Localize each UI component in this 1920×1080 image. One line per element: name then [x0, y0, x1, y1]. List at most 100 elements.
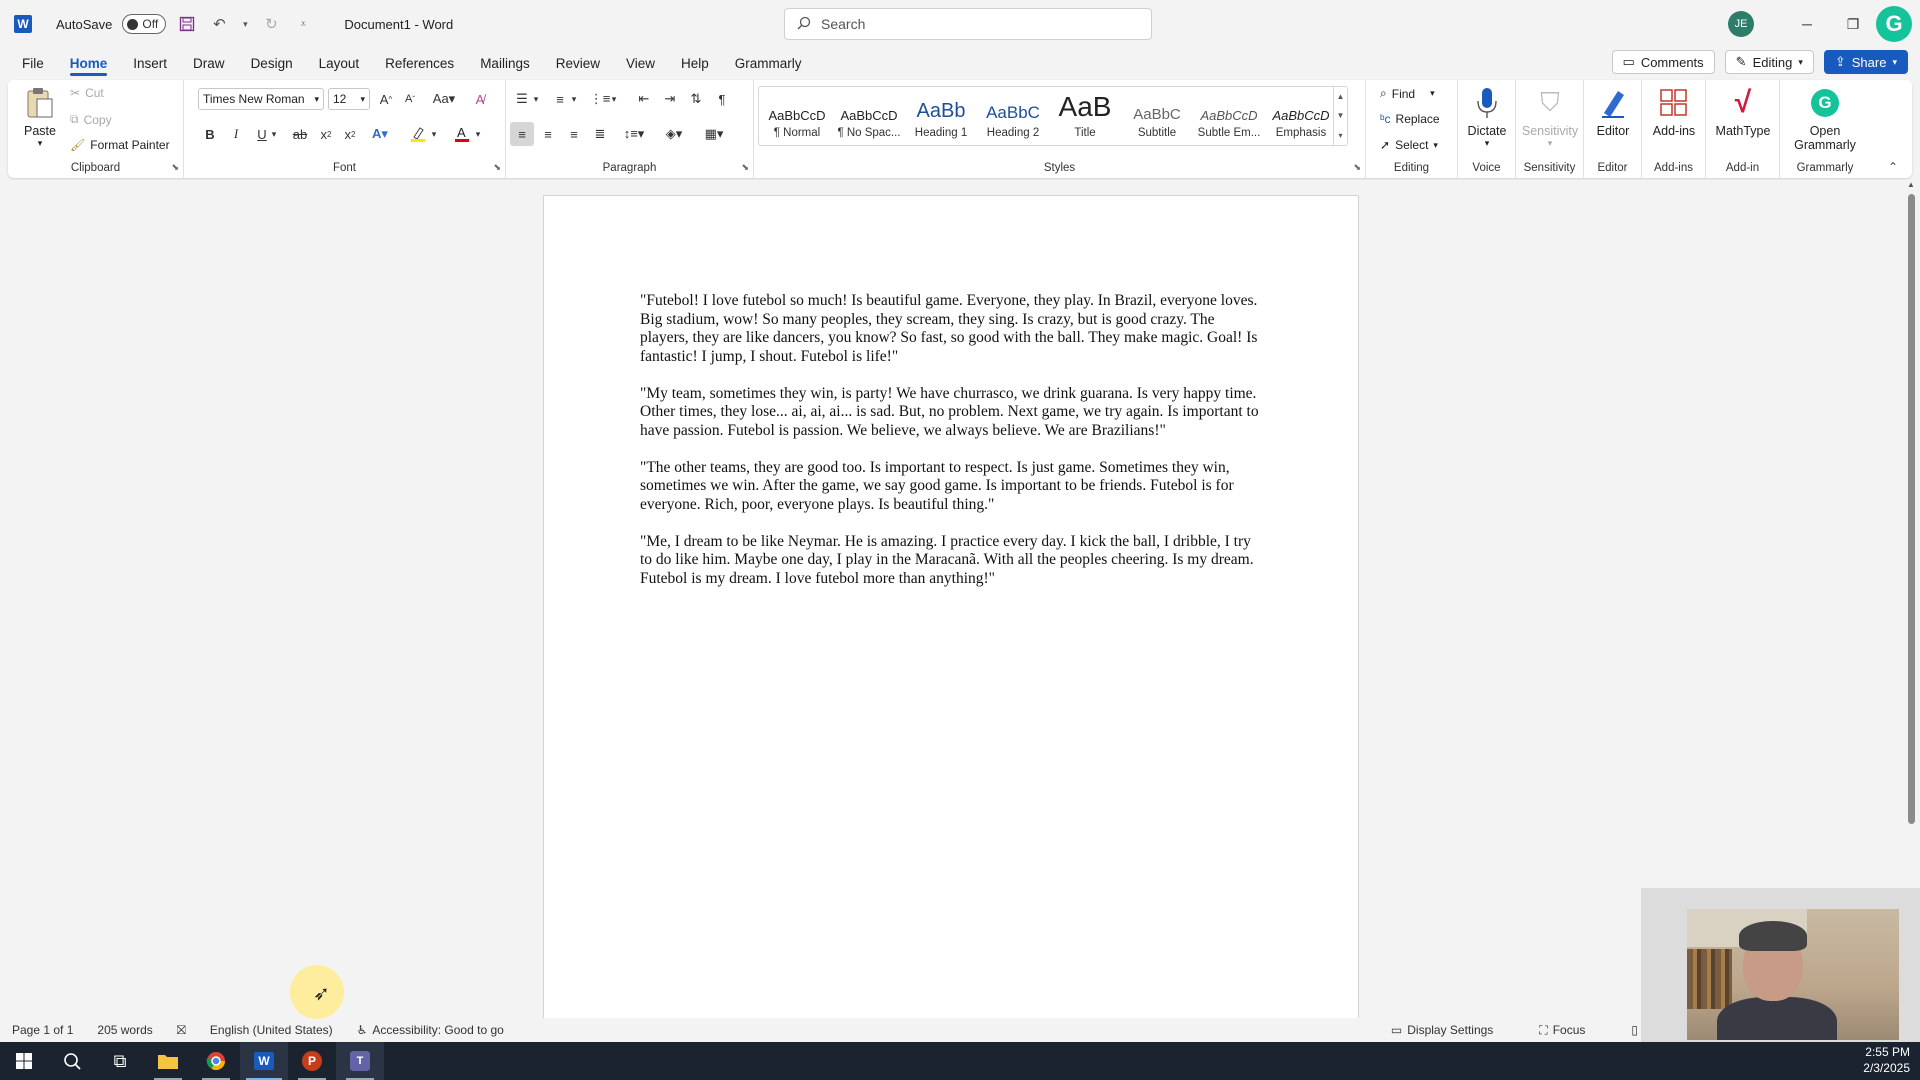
superscript-icon[interactable]: x2 — [338, 122, 362, 146]
grow-font-icon[interactable]: A ^ — [374, 87, 398, 111]
sort-icon[interactable]: ⇅ — [684, 87, 708, 111]
decrease-indent-icon[interactable]: ⇤ — [632, 87, 656, 111]
start-icon[interactable] — [0, 1042, 48, 1080]
undo-icon[interactable]: ↶ — [208, 13, 230, 35]
file-explorer-icon[interactable] — [144, 1042, 192, 1080]
addins-button[interactable]: Add-ins — [1644, 86, 1704, 138]
italic-icon[interactable]: I — [224, 122, 248, 146]
shading-icon[interactable]: ◈▾ — [658, 122, 690, 146]
highlight-dropdown-icon[interactable]: ▾ — [428, 122, 440, 146]
tab-references[interactable]: References — [385, 50, 454, 77]
more-styles-icon[interactable]: ▾ — [1338, 131, 1342, 140]
tab-home[interactable]: Home — [69, 50, 107, 77]
tab-layout[interactable]: Layout — [319, 50, 360, 77]
minimize-icon[interactable]: ─ — [1784, 0, 1830, 48]
display-settings-button[interactable]: ▭ Display Settings — [1391, 1023, 1493, 1038]
share-button[interactable]: ⇪ Share ▾ — [1823, 50, 1908, 74]
align-right-icon[interactable]: ≡ — [562, 122, 586, 146]
tab-insert[interactable]: Insert — [133, 50, 167, 77]
bullets-dropdown-icon[interactable]: ▾ — [530, 87, 542, 111]
tab-design[interactable]: Design — [251, 50, 293, 77]
mathtype-button[interactable]: √ MathType — [1708, 86, 1778, 138]
webcam-overlay[interactable] — [1641, 888, 1920, 1042]
highlight-icon[interactable] — [406, 122, 430, 146]
teams-taskbar-icon[interactable]: T — [336, 1042, 384, 1080]
style-no-spacing[interactable]: AaBbCcD ¶ No Spac... — [833, 87, 905, 145]
align-center-icon[interactable]: ≡ — [536, 122, 560, 146]
subscript-icon[interactable]: x2 — [314, 122, 338, 146]
copy-button[interactable]: ⧉ Copy — [70, 112, 112, 127]
paragraph[interactable]: "The other teams, they are good too. Is … — [640, 459, 1260, 515]
chevron-down-icon[interactable]: ▼ — [1337, 111, 1345, 120]
clear-formatting-icon[interactable]: A̸ — [468, 87, 492, 111]
change-case-icon[interactable]: Aa▾ — [428, 87, 460, 111]
chevron-up-icon[interactable]: ▲ — [1337, 92, 1345, 101]
bold-icon[interactable]: B — [198, 122, 222, 146]
shrink-font-icon[interactable]: Aˇ — [398, 87, 422, 111]
replace-button[interactable]: ᵇc Replace — [1380, 112, 1440, 126]
taskbar-search-icon[interactable] — [48, 1042, 96, 1080]
style-heading-2[interactable]: AaBbC Heading 2 — [977, 87, 1049, 145]
redo-icon[interactable]: ↻ — [260, 13, 282, 35]
scroll-up-icon[interactable]: ▲ — [1907, 180, 1915, 189]
editor-button[interactable]: Editor — [1586, 86, 1640, 138]
word-count[interactable]: 205 words — [97, 1023, 152, 1037]
user-avatar[interactable]: JE — [1728, 11, 1754, 37]
style-title[interactable]: AaB Title — [1049, 87, 1121, 145]
underline-dropdown-icon[interactable]: ▾ — [268, 122, 280, 146]
document-page[interactable]: "Futebol! I love futebol so much! Is bea… — [543, 195, 1359, 1018]
proofing-icon[interactable]: ⛝ — [177, 1023, 186, 1038]
focus-button[interactable]: ⛶ Focus — [1539, 1023, 1585, 1038]
paste-button[interactable]: Paste ▾ — [18, 86, 62, 149]
page-count[interactable]: Page 1 of 1 — [12, 1023, 73, 1037]
dialog-launcher-icon[interactable]: ⬊ — [741, 162, 749, 173]
sensitivity-button[interactable]: ⛉ Sensitivity ▾ — [1518, 86, 1582, 149]
style-emphasis[interactable]: AaBbCcD Emphasis — [1265, 87, 1337, 145]
tab-help[interactable]: Help — [681, 50, 709, 77]
tab-review[interactable]: Review — [556, 50, 600, 77]
document-body[interactable]: "Futebol! I love futebol so much! Is bea… — [640, 292, 1260, 607]
customize-qat-icon[interactable]: ⩡ — [292, 13, 314, 35]
justify-icon[interactable]: ≣ — [588, 122, 612, 146]
show-marks-icon[interactable]: ¶ — [710, 87, 734, 111]
paragraph[interactable]: "My team, sometimes they win, is party! … — [640, 385, 1260, 441]
font-color-icon[interactable]: A — [450, 122, 474, 146]
comments-button[interactable]: ▭ Comments — [1611, 50, 1715, 74]
tab-mailings[interactable]: Mailings — [480, 50, 530, 77]
undo-dropdown-icon[interactable]: ▾ — [240, 13, 250, 35]
dialog-launcher-icon[interactable]: ⬊ — [171, 162, 179, 173]
increase-indent-icon[interactable]: ⇥ — [658, 87, 682, 111]
strikethrough-icon[interactable]: ab — [288, 122, 312, 146]
style-normal[interactable]: AaBbCcD ¶ Normal — [761, 87, 833, 145]
task-view-icon[interactable]: ⧉ — [96, 1042, 144, 1080]
font-size-select[interactable]: 12 ▾ — [328, 88, 370, 110]
open-grammarly-button[interactable]: G Open Grammarly — [1784, 86, 1866, 152]
align-left-icon[interactable]: ≡ — [510, 122, 534, 146]
numbering-dropdown-icon[interactable]: ▾ — [568, 87, 580, 111]
tab-grammarly[interactable]: Grammarly — [735, 50, 802, 77]
multilevel-dropdown-icon[interactable]: ▾ — [608, 87, 620, 111]
tab-draw[interactable]: Draw — [193, 50, 225, 77]
cut-button[interactable]: ✂ Cut — [70, 86, 104, 100]
dialog-launcher-icon[interactable]: ⬊ — [493, 162, 501, 173]
chrome-icon[interactable] — [192, 1042, 240, 1080]
restore-icon[interactable]: ❐ — [1830, 0, 1876, 48]
word-taskbar-icon[interactable]: W — [240, 1042, 288, 1080]
style-heading-1[interactable]: AaBb Heading 1 — [905, 87, 977, 145]
line-spacing-icon[interactable]: ↕≡▾ — [618, 122, 650, 146]
language-status[interactable]: English (United States) — [210, 1023, 333, 1037]
borders-icon[interactable]: ▦▾ — [698, 122, 730, 146]
paragraph[interactable]: "Me, I dream to be like Neymar. He is am… — [640, 533, 1260, 589]
tab-file[interactable]: File — [22, 50, 44, 77]
select-button[interactable]: ➚ Select ▾ — [1380, 138, 1438, 152]
text-effects-icon[interactable]: A▾ — [368, 122, 392, 146]
autosave-toggle[interactable]: Off — [122, 14, 167, 34]
format-painter-button[interactable]: 🖌 Format Painter — [70, 138, 170, 152]
accessibility-status[interactable]: ♿ Accessibility: Good to go — [357, 1023, 504, 1037]
tab-view[interactable]: View — [626, 50, 655, 77]
style-subtle-emphasis[interactable]: AaBbCcD Subtle Em... — [1193, 87, 1265, 145]
style-subtitle[interactable]: AaBbC Subtitle — [1121, 87, 1193, 145]
grammarly-badge-icon[interactable]: G — [1876, 6, 1912, 42]
read-mode-icon[interactable]: ▯ — [1631, 1023, 1638, 1038]
gallery-scroll[interactable]: ▲ ▼ ▾ — [1333, 87, 1347, 145]
